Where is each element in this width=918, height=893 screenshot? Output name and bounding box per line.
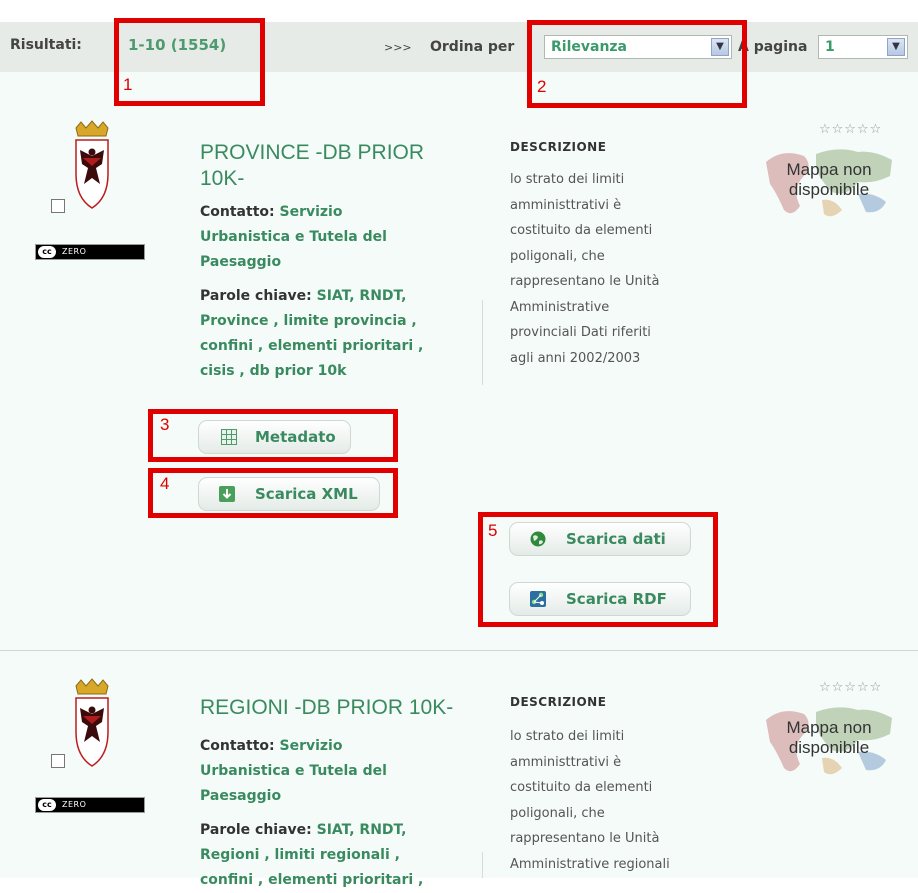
description-line: poligonali, che <box>510 805 605 821</box>
keywords-label: Parole chiave: <box>200 288 312 304</box>
keywords-label: Parole chiave: <box>200 822 312 838</box>
perpage-label: A pagina <box>738 39 808 55</box>
map-text-line: disponibile <box>788 180 870 199</box>
perpage-select-value: 1 <box>825 39 835 55</box>
contact-link[interactable]: Servizio <box>279 738 342 754</box>
rating-stars[interactable]: ☆☆☆☆☆ <box>819 680 882 695</box>
marker-5: 5 <box>488 521 498 540</box>
description-line: Amministrative regionali <box>510 856 670 872</box>
highlight-box-2 <box>527 20 747 108</box>
column-divider <box>482 852 483 878</box>
description-line: Amministrative <box>510 299 610 315</box>
map-thumbnail: Mappa non disponibile <box>762 140 896 224</box>
cc-zero-badge: cc ZERO <box>35 797 145 813</box>
contact-link-line[interactable]: Urbanistica e Tutela del <box>200 225 470 250</box>
result-title-line: 10K- <box>200 167 245 190</box>
keyword-links[interactable]: Province , limite provincia , <box>200 309 470 334</box>
keyword-links[interactable]: SIAT, RNDT, <box>317 288 407 304</box>
contact-link-line[interactable]: Paesaggio <box>200 784 470 809</box>
contact-link-line[interactable]: Paesaggio <box>200 250 470 275</box>
license-label: ZERO <box>62 800 87 809</box>
keyword-links[interactable]: cisis , db prior 10k <box>200 359 470 384</box>
map-text-line: Mappa non <box>786 160 872 179</box>
license-label: ZERO <box>62 247 87 256</box>
result-keywords: Parole chiave: SIAT, RNDT, Regioni , lim… <box>200 818 470 893</box>
description-line: agli anni 2002/2003 <box>510 350 641 366</box>
description-heading: DESCRIZIONE <box>510 695 607 709</box>
result-divider <box>0 650 918 651</box>
result-keywords: Parole chiave: SIAT, RNDT, Province , li… <box>200 284 470 384</box>
description-line: costituito da elementi <box>510 780 653 795</box>
result-title-line: PROVINCE -DB PRIOR <box>200 141 425 164</box>
map-text-line: disponibile <box>788 738 870 757</box>
cc-zero-badge: cc ZERO <box>35 244 145 260</box>
keyword-links[interactable]: SIAT, RNDT, <box>317 822 407 838</box>
description-heading: DESCRIZIONE <box>510 140 607 154</box>
highlight-box-5 <box>478 512 718 627</box>
map-text-line: Mappa non <box>786 718 872 737</box>
marker-2: 2 <box>537 77 547 96</box>
result-contact: Contatto: Servizio Urbanistica e Tutela … <box>200 734 470 809</box>
result-title[interactable]: REGIONI -DB PRIOR 10K- <box>200 695 453 721</box>
column-divider <box>482 300 483 385</box>
coat-of-arms-logo <box>75 678 109 767</box>
description-line: costituito da elementi <box>510 223 653 238</box>
results-label: Risultati: <box>10 37 82 53</box>
description-line: amministtrativi è <box>510 754 622 770</box>
description-text: lo strato dei limiti amministtrativi è c… <box>510 724 680 877</box>
description-line: poligonali, che <box>510 248 605 264</box>
contact-link[interactable]: Servizio <box>279 204 342 220</box>
description-line: rappresentano le Unità <box>510 274 660 289</box>
result-title[interactable]: PROVINCE -DB PRIOR 10K- <box>200 140 424 192</box>
highlight-box-4 <box>148 468 398 518</box>
select-checkbox[interactable] <box>51 754 65 768</box>
select-checkbox[interactable] <box>51 199 65 213</box>
contact-label: Contatto: <box>200 738 275 754</box>
result-contact: Contatto: Servizio Urbanistica e Tutela … <box>200 200 470 275</box>
map-thumbnail: Mappa non disponibile <box>762 698 896 782</box>
marker-4: 4 <box>160 474 170 493</box>
contact-label: Contatto: <box>200 204 275 220</box>
cc-mark: cc <box>38 246 56 258</box>
order-prefix: >>> <box>384 41 412 54</box>
perpage-select[interactable]: 1 ▼ <box>818 35 908 59</box>
keyword-links[interactable]: confini , elementi prioritari , <box>200 334 470 359</box>
result-title-line: REGIONI -DB PRIOR 10K- <box>200 696 454 719</box>
description-line: amministtrativi è <box>510 197 622 213</box>
marker-3: 3 <box>160 415 170 434</box>
description-line: lo strato dei limiti <box>510 729 625 744</box>
map-unavailable-text: Mappa non disponibile <box>762 718 896 758</box>
coat-of-arms-logo <box>75 120 109 209</box>
cc-mark: cc <box>38 799 56 811</box>
contact-link-line[interactable]: Urbanistica e Tutela del <box>200 759 470 784</box>
rating-stars[interactable]: ☆☆☆☆☆ <box>819 122 882 137</box>
highlight-box-3 <box>148 409 398 462</box>
highlight-box-1 <box>114 18 265 106</box>
order-label: Ordina per <box>430 39 515 55</box>
chevron-down-icon: ▼ <box>887 38 905 56</box>
description-line: provinciali Dati riferiti <box>510 325 651 340</box>
marker-1: 1 <box>123 75 133 94</box>
description-text: lo strato dei limiti amministtrativi è c… <box>510 167 680 371</box>
keyword-links[interactable]: confini , elementi prioritari , <box>200 868 470 893</box>
keyword-links[interactable]: Regioni , limiti regionali , <box>200 843 470 868</box>
description-line: lo strato dei limiti <box>510 172 625 187</box>
map-unavailable-text: Mappa non disponibile <box>762 160 896 200</box>
description-line: rappresentano le Unità <box>510 831 660 846</box>
